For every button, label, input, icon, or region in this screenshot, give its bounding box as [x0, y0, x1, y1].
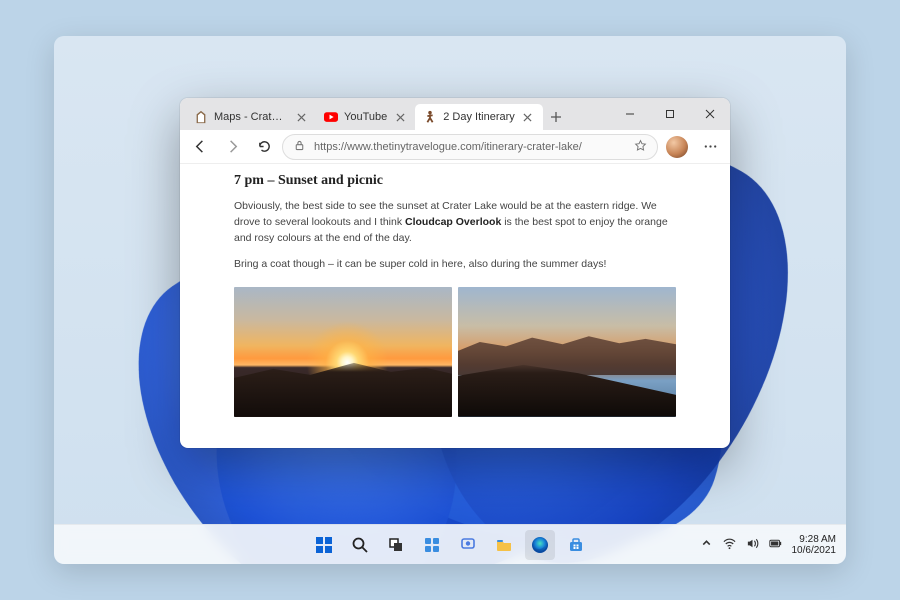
- close-icon[interactable]: [393, 110, 407, 124]
- search-button[interactable]: [345, 530, 375, 560]
- tab-label: YouTube: [344, 111, 387, 123]
- close-icon[interactable]: [294, 110, 308, 124]
- clock-time: 9:28 AM: [792, 534, 837, 545]
- browser-window: Maps - Crater Lake YouTube: [180, 98, 730, 448]
- tab-itinerary[interactable]: 2 Day Itinerary: [415, 104, 543, 130]
- titlebar[interactable]: Maps - Crater Lake YouTube: [180, 98, 730, 130]
- article-heading: 7 pm – Sunset and picnic: [234, 170, 676, 192]
- address-bar[interactable]: https://www.thetinytravelogue.com/itiner…: [282, 134, 658, 160]
- hiker-favicon: [423, 110, 437, 124]
- sunset-photo-2: [458, 287, 676, 417]
- minimize-button[interactable]: [610, 98, 650, 130]
- tab-label: Maps - Crater Lake: [214, 111, 288, 123]
- system-tray: 9:28 AM 10/6/2021: [700, 534, 837, 556]
- wifi-icon[interactable]: [723, 537, 736, 553]
- battery-icon[interactable]: [769, 537, 782, 553]
- back-button[interactable]: [186, 133, 214, 161]
- chat-button[interactable]: [453, 530, 483, 560]
- edge-button[interactable]: [525, 530, 555, 560]
- youtube-favicon: [324, 110, 338, 124]
- settings-menu-button[interactable]: [696, 133, 724, 161]
- widgets-button[interactable]: [417, 530, 447, 560]
- favorite-icon[interactable]: [634, 139, 647, 155]
- clock-date: 10/6/2021: [792, 545, 837, 556]
- new-tab-button[interactable]: [543, 104, 569, 130]
- volume-icon[interactable]: [746, 537, 759, 553]
- article-paragraph-1: Obviously, the best side to see the suns…: [234, 198, 676, 247]
- refresh-button[interactable]: [250, 133, 278, 161]
- tab-maps[interactable]: Maps - Crater Lake: [186, 104, 316, 130]
- lock-icon: [293, 139, 306, 155]
- store-button[interactable]: [561, 530, 591, 560]
- desktop: Maps - Crater Lake YouTube: [54, 36, 846, 564]
- url-text: https://www.thetinytravelogue.com/itiner…: [314, 141, 626, 153]
- profile-avatar[interactable]: [666, 136, 688, 158]
- start-button[interactable]: [309, 530, 339, 560]
- close-window-button[interactable]: [690, 98, 730, 130]
- page-content[interactable]: 7 pm – Sunset and picnic Obviously, the …: [180, 164, 730, 448]
- window-controls: [610, 98, 730, 130]
- sunset-photo-1: [234, 287, 452, 417]
- nps-favicon: [194, 110, 208, 124]
- maximize-button[interactable]: [650, 98, 690, 130]
- file-explorer-button[interactable]: [489, 530, 519, 560]
- tray-overflow-icon[interactable]: [700, 537, 713, 553]
- task-view-button[interactable]: [381, 530, 411, 560]
- photo-gallery: [234, 287, 676, 417]
- close-icon[interactable]: [521, 110, 535, 124]
- tab-strip: Maps - Crater Lake YouTube: [186, 98, 610, 130]
- taskbar-clock[interactable]: 9:28 AM 10/6/2021: [792, 534, 837, 556]
- article-paragraph-2: Bring a coat though – it can be super co…: [234, 256, 676, 272]
- forward-button[interactable]: [218, 133, 246, 161]
- taskbar-center: [309, 530, 591, 560]
- browser-toolbar: https://www.thetinytravelogue.com/itiner…: [180, 130, 730, 164]
- taskbar: 9:28 AM 10/6/2021: [54, 524, 846, 564]
- tab-youtube[interactable]: YouTube: [316, 104, 415, 130]
- tab-label: 2 Day Itinerary: [443, 111, 515, 123]
